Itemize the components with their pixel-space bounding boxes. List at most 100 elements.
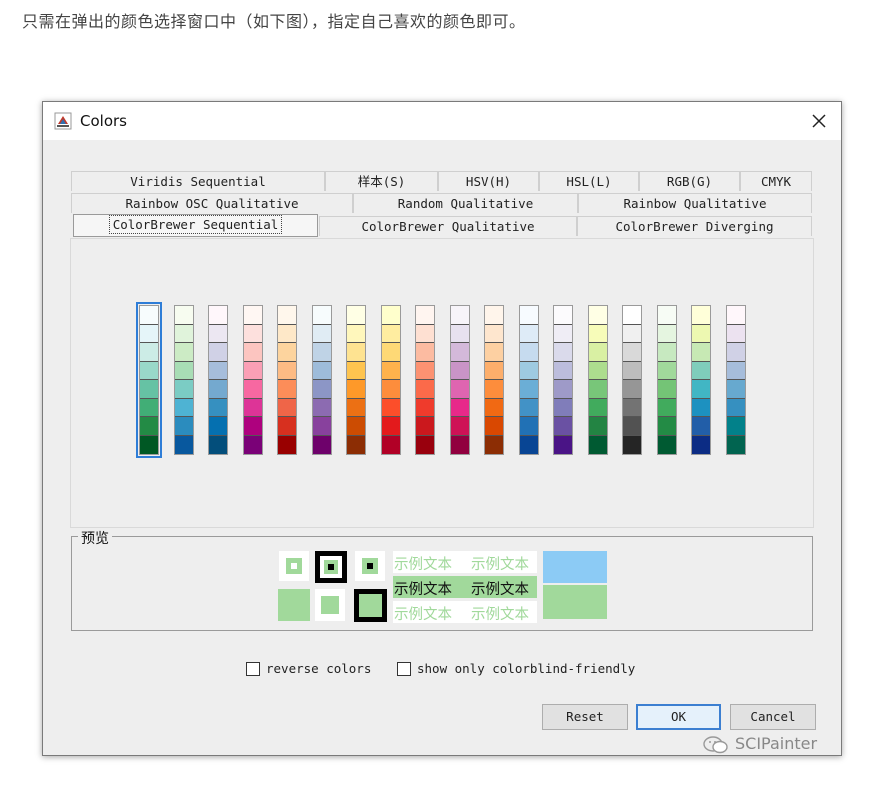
palette-column[interactable] (519, 305, 539, 455)
colorblind-friendly-box[interactable] (397, 662, 411, 676)
palette-cell (485, 435, 503, 454)
palette-cell (416, 380, 434, 399)
reverse-colors-box[interactable] (246, 662, 260, 676)
palette-cell (140, 324, 158, 343)
palette-column[interactable] (450, 305, 470, 455)
palette-cell (313, 380, 331, 399)
palette-cell (140, 306, 158, 325)
palette-cell (554, 324, 572, 343)
java-cup-icon (54, 112, 72, 130)
reset-button[interactable]: Reset (542, 704, 628, 730)
palette-cell (485, 324, 503, 343)
close-icon[interactable] (807, 109, 831, 133)
palette-cell (727, 417, 745, 436)
palette-column[interactable] (553, 305, 573, 455)
palette-column[interactable] (484, 305, 504, 455)
palette-column[interactable] (277, 305, 297, 455)
colorblind-friendly-label: show only colorblind-friendly (417, 661, 636, 676)
palette-cell (244, 380, 262, 399)
palette-cell (623, 306, 641, 325)
palette-cell (451, 306, 469, 325)
tab-viridis-sequential[interactable]: Viridis Sequential (71, 171, 325, 191)
palette-cell (416, 324, 434, 343)
palette-cell (623, 417, 641, 436)
palette-cell (589, 324, 607, 343)
palette-cell (485, 417, 503, 436)
palette-cell (658, 435, 676, 454)
palette-column[interactable] (346, 305, 366, 455)
palette-cell (520, 380, 538, 399)
palette-column[interactable] (381, 305, 401, 455)
palette-column[interactable] (622, 305, 642, 455)
palette-column[interactable] (657, 305, 677, 455)
palette-cell (209, 343, 227, 362)
palette-cell (623, 435, 641, 454)
tab-colorbrewer-diverging[interactable]: ColorBrewer Diverging (577, 216, 812, 236)
preview-swatch-white-frame (279, 551, 309, 581)
palette-cell (313, 306, 331, 325)
palette-cell (520, 306, 538, 325)
tab-colorbrewer-qualitative[interactable]: ColorBrewer Qualitative (319, 216, 577, 236)
palette-cell (209, 306, 227, 325)
palette-cell (416, 435, 434, 454)
tab-cmyk[interactable]: CMYK (740, 171, 812, 191)
palette-cell (623, 380, 641, 399)
palette-cell (554, 398, 572, 417)
tab-hsl[interactable]: HSL(L) (539, 171, 639, 191)
palette-cell (382, 417, 400, 436)
tab-random-qualitative[interactable]: Random Qualitative (353, 193, 578, 213)
palette-cell (244, 306, 262, 325)
palette-column[interactable] (588, 305, 608, 455)
palette-column[interactable] (136, 302, 162, 458)
palette-cell (727, 398, 745, 417)
palette-cell (692, 306, 710, 325)
palette-column[interactable] (243, 305, 263, 455)
cancel-button[interactable]: Cancel (730, 704, 816, 730)
palette-cell (175, 435, 193, 454)
palette-cell (382, 343, 400, 362)
tab-swatches[interactable]: 样本(S) (325, 171, 438, 191)
palette-cell (416, 306, 434, 325)
tab-colorbrewer-sequential[interactable]: ColorBrewer Sequential (73, 214, 318, 237)
sample-row-highlight: 示例文本 示例文本 (393, 576, 537, 598)
palette-cell (175, 324, 193, 343)
preview-green-block (543, 585, 607, 619)
palette-cell (451, 361, 469, 380)
sample-text: 示例文本 (471, 582, 529, 598)
palette-cell (589, 398, 607, 417)
palette-column[interactable] (312, 305, 332, 455)
palette-cell (175, 361, 193, 380)
palette-cell (520, 417, 538, 436)
palette-cell (313, 435, 331, 454)
palette-cell (554, 343, 572, 362)
palette-cell (485, 343, 503, 362)
palette-cell (313, 343, 331, 362)
palette-cell (727, 435, 745, 454)
palette-cell (313, 417, 331, 436)
tab-hsv[interactable]: HSV(H) (438, 171, 539, 191)
palette-cell (692, 398, 710, 417)
palette-column[interactable] (208, 305, 228, 455)
ok-button[interactable]: OK (636, 704, 721, 730)
tab-rainbow-qualitative[interactable]: Rainbow Qualitative (578, 193, 812, 213)
palette-cell (209, 361, 227, 380)
preview-swatch-green-dot (355, 551, 385, 581)
palette-cell (140, 343, 158, 362)
palette-cell (727, 361, 745, 380)
palette-cell (347, 343, 365, 362)
palette-cell (623, 398, 641, 417)
palette-cell (485, 380, 503, 399)
palette-cell (278, 398, 296, 417)
palette-column[interactable] (174, 305, 194, 455)
palette-column[interactable] (726, 305, 746, 455)
palette-cell (451, 380, 469, 399)
palette-column[interactable] (691, 305, 711, 455)
palette-cell (347, 361, 365, 380)
tab-rainbow-osc-qualitative[interactable]: Rainbow OSC Qualitative (71, 193, 353, 213)
article-text: 只需在弹出的颜色选择窗口中（如下图），指定自己喜欢的颜色即可。 (22, 12, 526, 31)
palette-cell (244, 343, 262, 362)
tab-rgb[interactable]: RGB(G) (639, 171, 740, 191)
preview-swatch-black-frame (315, 551, 347, 583)
palette-column[interactable] (415, 305, 435, 455)
preview-swatch-solid (278, 589, 310, 621)
